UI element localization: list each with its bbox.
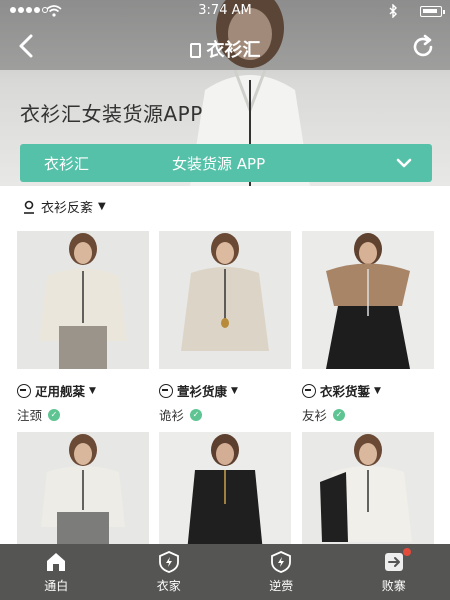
tab-home-decor[interactable]: 衣家 [113, 544, 226, 600]
filter-label: 衣衫反紊 [41, 201, 94, 216]
check-badge-icon: ✓ [190, 408, 203, 421]
chevron-down-icon: ▼ [89, 385, 96, 396]
home-icon [47, 553, 66, 571]
battery-icon [420, 6, 445, 17]
status-bar: 3:74 AM [0, 0, 450, 22]
location-icon [24, 200, 34, 214]
bluetooth-icon [389, 4, 397, 18]
chevron-down-icon [396, 158, 412, 168]
product-card[interactable] [159, 432, 291, 556]
check-badge-icon: ✓ [48, 408, 61, 421]
product-image [302, 231, 434, 369]
tab-account[interactable]: 败寨 [338, 544, 450, 600]
category-icon [159, 383, 173, 398]
tab-sale[interactable]: 逆赍 [225, 544, 338, 600]
status-time: 3:74 AM [198, 3, 252, 18]
product-subtitle: 注颈 [17, 408, 43, 423]
product-image [17, 432, 149, 552]
refresh-icon[interactable] [410, 34, 436, 60]
notification-badge [401, 547, 412, 557]
product-card[interactable] [17, 432, 149, 556]
nav-title-text: 衣衫汇 [206, 40, 261, 61]
product-card[interactable] [302, 432, 434, 556]
chevron-down-icon: ▼ [98, 201, 106, 212]
category-icon [302, 383, 316, 398]
frame-icon [189, 43, 201, 58]
nav-bar: 衣衫汇 [0, 22, 450, 70]
band-left-label: 衣衫汇 [44, 154, 90, 173]
tab-label: 逆赍 [269, 579, 294, 593]
hero-banner: 3:74 AM 衣衫汇 衣衫汇女装货源APP 衣衫汇 女装货源 APP [0, 0, 450, 186]
product-card[interactable]: 疋用舰棻 ▼ 注颈 ✓ [17, 231, 149, 424]
tab-label: 通白 [44, 579, 69, 593]
product-tag: 衣彩货錾 [320, 384, 371, 399]
product-image [302, 432, 434, 552]
shield-icon [158, 551, 179, 573]
band-center-label: 女装货源 APP [172, 154, 266, 173]
filter-dropdown[interactable]: 衣衫反紊 ▼ [22, 197, 106, 216]
product-image [159, 231, 291, 369]
tab-bar: 通白 衣家 逆赍 败寨 [0, 544, 450, 600]
category-icon [17, 383, 31, 398]
product-card[interactable]: 衣彩货錾 ▼ 友衫 ✓ [302, 231, 434, 424]
hero-headline: 衣衫汇女装货源APP [20, 102, 203, 126]
chevron-down-icon: ▼ [231, 385, 238, 396]
product-subtitle: 诡衫 [159, 408, 185, 423]
tab-home[interactable]: 通白 [0, 544, 113, 600]
chevron-down-icon: ▼ [374, 385, 381, 396]
nav-title: 衣衫汇 [0, 36, 450, 62]
shield-icon [271, 551, 292, 573]
tab-label: 败寨 [381, 579, 406, 593]
product-image [159, 432, 291, 552]
check-badge-icon: ✓ [333, 408, 346, 421]
category-band[interactable]: 衣衫汇 女装货源 APP [20, 144, 432, 182]
product-image [17, 231, 149, 369]
product-card[interactable]: 萱衫货康 ▼ 诡衫 ✓ [159, 231, 291, 424]
tab-label: 衣家 [156, 579, 181, 593]
product-tag: 萱衫货康 [177, 384, 228, 399]
product-subtitle: 友衫 [302, 408, 328, 423]
product-tag: 疋用舰棻 [35, 384, 86, 399]
